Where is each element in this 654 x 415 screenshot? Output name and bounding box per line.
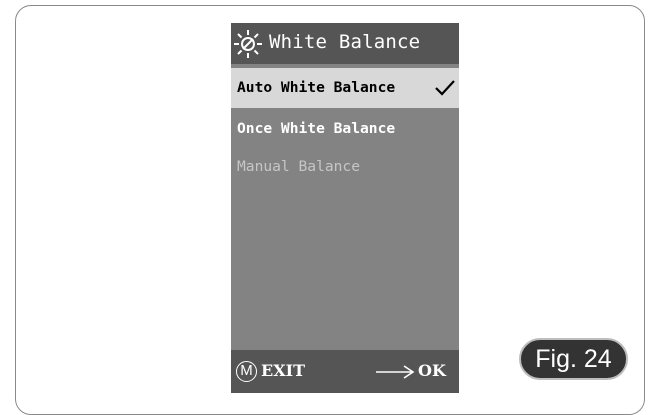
white-balance-icon bbox=[234, 30, 262, 58]
arrow-right-icon bbox=[376, 365, 415, 379]
menu-item-once-white-balance[interactable]: Once White Balance bbox=[231, 109, 459, 149]
ok-label: OK bbox=[418, 361, 446, 380]
menu-footer: M EXIT OK bbox=[231, 350, 459, 393]
menu-item-label: Once White Balance bbox=[237, 120, 396, 137]
menu-item-label: Auto White Balance bbox=[237, 79, 396, 96]
checkmark-icon bbox=[435, 80, 455, 96]
exit-label: EXIT bbox=[261, 361, 305, 380]
menu-item-auto-white-balance[interactable]: Auto White Balance bbox=[231, 68, 459, 108]
menu-title: White Balance bbox=[269, 31, 421, 53]
menu-item-manual-balance[interactable]: Manual Balance bbox=[231, 147, 459, 187]
figure-label-badge: Fig. 24 bbox=[519, 338, 628, 380]
menu-item-label: Manual Balance bbox=[237, 158, 361, 175]
osd-screen: White Balance Auto White Balance Once Wh… bbox=[231, 23, 459, 393]
menu-header: White Balance bbox=[231, 23, 459, 64]
m-button-icon[interactable]: M bbox=[236, 361, 257, 382]
